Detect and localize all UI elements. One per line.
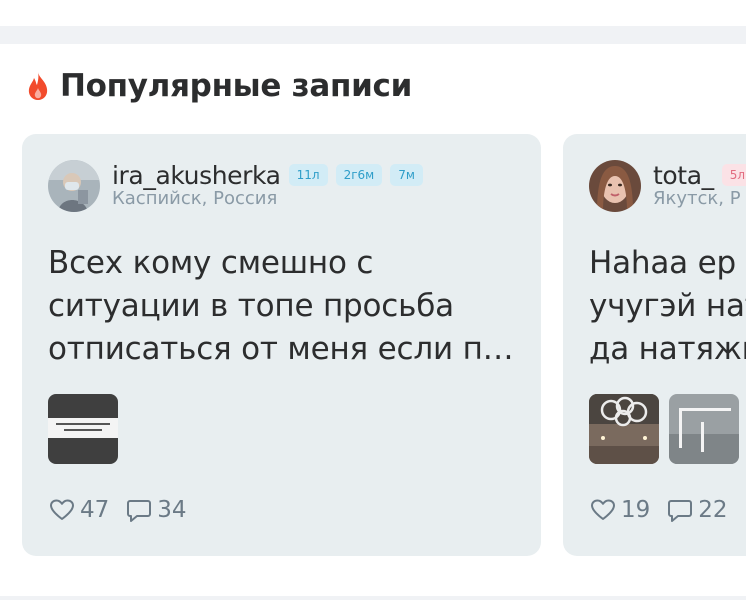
post-text[interactable]: Всех кому смешно с ситуации в топе прось… xyxy=(48,242,514,371)
post-stats: 47 34 xyxy=(48,496,203,524)
post-text-line: да натяжн xyxy=(589,331,746,367)
like-count: 19 xyxy=(621,497,651,523)
comment-button[interactable]: 22 xyxy=(666,496,728,524)
heart-icon xyxy=(50,499,74,520)
post-stats: 19 22 xyxy=(589,496,744,524)
location: Якутск, Р xyxy=(653,188,741,209)
post-card[interactable]: tota_ 5л Якутск, Р Hahaa ер учугэй нат д… xyxy=(563,134,746,556)
post-author[interactable]: tota_ 5л Якутск, Р xyxy=(589,160,746,216)
bottom-divider-strip xyxy=(0,596,746,600)
avatar[interactable] xyxy=(589,160,641,212)
post-images xyxy=(589,394,739,464)
comment-button[interactable]: 34 xyxy=(125,496,187,524)
section-title: Популярные записи xyxy=(60,68,413,104)
post-text-line: Всех кому смешно с xyxy=(48,245,374,281)
post-text-line: отписаться от меня если п… xyxy=(48,331,514,367)
fire-icon xyxy=(28,72,48,100)
badge: 5л xyxy=(721,164,746,186)
post-image[interactable] xyxy=(589,394,659,464)
post-image[interactable] xyxy=(48,394,118,464)
badge: 7м xyxy=(390,164,423,186)
username[interactable]: ira_akusherka xyxy=(112,161,281,190)
like-button[interactable]: 47 xyxy=(48,496,109,524)
post-author[interactable]: ira_akusherka 11л 2г6м 7м Каспийск, Росс… xyxy=(48,160,423,216)
post-image[interactable] xyxy=(669,394,739,464)
post-text-line: ситуации в топе просьба xyxy=(48,288,454,324)
post-card[interactable]: ira_akusherka 11л 2г6м 7м Каспийск, Росс… xyxy=(22,134,541,556)
like-count: 47 xyxy=(80,497,110,523)
comment-icon xyxy=(127,500,152,522)
comment-icon xyxy=(668,500,693,522)
like-button[interactable]: 19 xyxy=(589,496,650,524)
post-images xyxy=(48,394,118,464)
post-text[interactable]: Hahaa ер учугэй нат да натяжн xyxy=(589,242,746,371)
comment-count: 22 xyxy=(698,497,728,523)
comment-count: 34 xyxy=(157,497,187,523)
top-divider-strip xyxy=(0,26,746,44)
section-header: Популярные записи xyxy=(26,66,412,106)
badge: 2г6м xyxy=(335,164,383,186)
username[interactable]: tota_ xyxy=(653,161,714,190)
location: Каспийск, Россия xyxy=(112,188,278,209)
badge: 11л xyxy=(288,164,328,186)
post-text-line: учугэй нат xyxy=(589,288,746,324)
avatar[interactable] xyxy=(48,160,100,212)
post-text-line: Hahaa ер xyxy=(589,245,736,281)
heart-icon xyxy=(591,499,615,520)
